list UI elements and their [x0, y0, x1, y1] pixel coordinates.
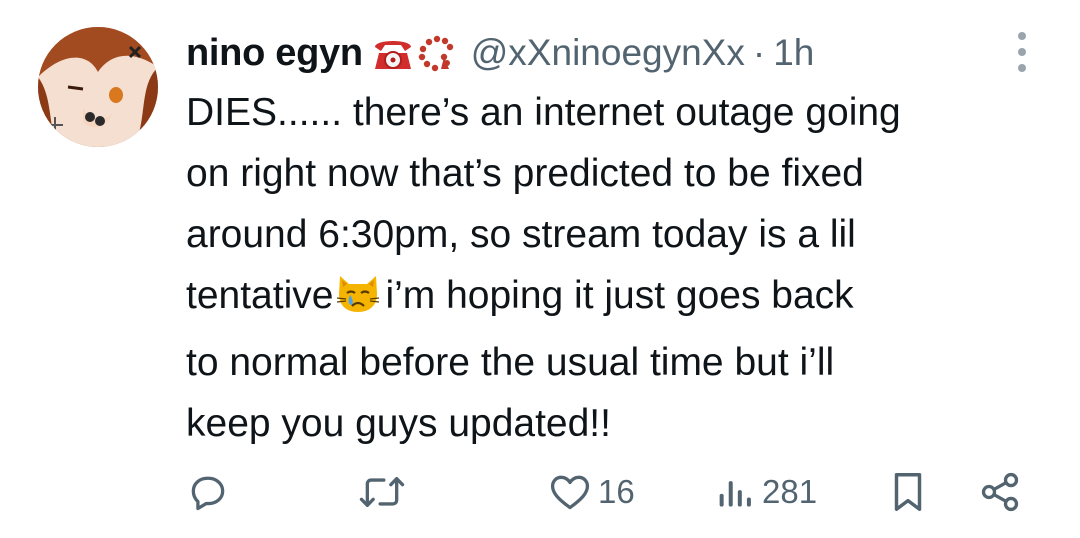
user-handle[interactable]: @xXninoegynXx [471, 32, 745, 74]
bookmark-button[interactable] [888, 462, 928, 522]
tweet-line: tentative i’m hoping it just goes back [186, 265, 1046, 332]
more-options-icon[interactable] [1016, 32, 1028, 72]
tweet-line: on right now that’s predicted to be fixe… [186, 152, 864, 195]
bookmark-icon [894, 473, 922, 511]
reply-button[interactable] [186, 462, 230, 522]
avatar-image [38, 27, 158, 147]
views-button[interactable]: 281 [716, 462, 817, 522]
retweet-button[interactable] [358, 462, 406, 522]
tweet-line-suffix: i’m hoping it just goes back [385, 274, 854, 317]
like-count: 16 [598, 473, 635, 510]
share-button[interactable] [978, 462, 1022, 522]
timestamp[interactable]: 1h [773, 32, 814, 74]
action-bar: 16 281 [186, 462, 1040, 522]
tweet-line-prefix: tentative [186, 274, 334, 317]
view-count: 281 [762, 473, 818, 510]
prayer-beads-icon [417, 33, 457, 73]
reply-icon [191, 476, 225, 511]
display-name[interactable]: nino egyn [186, 32, 363, 75]
tweet-header: nino egyn @xXninoegynXx · 1h [186, 28, 1040, 78]
like-button[interactable]: 16 [548, 462, 635, 522]
crying-cat-icon [335, 271, 381, 332]
tweet-line: around 6:30pm, so stream today is a lil [186, 213, 856, 256]
tweet-line: DIES...... there’s an internet outage go… [186, 91, 901, 134]
share-icon [981, 472, 1019, 512]
tweet-text: DIES...... there’s an internet outage go… [186, 82, 1046, 454]
tweet-line: to normal before the usual time but i’ll [186, 341, 835, 384]
views-icon [719, 481, 751, 507]
separator-dot: · [752, 32, 766, 73]
heart-icon [550, 475, 590, 510]
avatar[interactable] [38, 27, 158, 147]
telephone-icon [371, 33, 415, 73]
tweet-line: keep you guys updated!! [186, 402, 611, 445]
retweet-icon [359, 476, 405, 508]
